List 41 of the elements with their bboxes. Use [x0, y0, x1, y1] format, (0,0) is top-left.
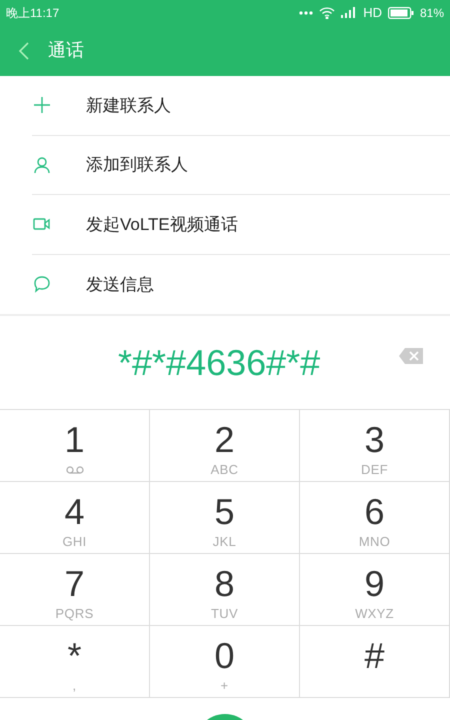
wifi-icon	[319, 6, 336, 18]
key-letters: DEF	[361, 462, 388, 478]
dial-key[interactable]: 8 TUV	[150, 554, 300, 626]
battery-icon	[388, 6, 414, 18]
back-icon[interactable]	[18, 42, 30, 60]
dial-key[interactable]: 9 WXYZ	[300, 554, 450, 626]
dialed-number: *#*#4636#*#	[118, 340, 320, 384]
speech-bubble-icon	[32, 274, 52, 294]
key-letters: ,	[72, 678, 76, 694]
plus-icon	[32, 95, 52, 116]
menu-item[interactable]: 发起VoLTE视频通话	[32, 195, 450, 254]
dial-key[interactable]: 7 PQRS	[0, 554, 150, 626]
dial-key[interactable]: * ,	[0, 626, 150, 698]
dial-key[interactable]: 4 GHI	[0, 482, 150, 554]
status-time: 晚上11:17	[6, 4, 60, 22]
menu-item[interactable]: 添加到联系人	[32, 136, 450, 195]
key-letters: +	[220, 678, 228, 694]
signal-icon	[341, 7, 358, 18]
key-letters: ABC	[210, 462, 238, 478]
network-type: HD	[363, 4, 382, 22]
dial-key[interactable]: 5 JKL	[150, 482, 300, 554]
backspace-icon[interactable]	[398, 347, 424, 365]
battery-percent: 81%	[420, 4, 444, 22]
dial-key[interactable]: 6 MNO	[300, 482, 450, 554]
voicemail-icon	[66, 466, 84, 474]
key-letters: TUV	[211, 606, 238, 622]
menu-item[interactable]: 新建联系人	[32, 76, 450, 136]
key-letters: GHI	[62, 534, 87, 550]
page-title: 通话	[48, 39, 84, 62]
person-icon	[32, 154, 52, 175]
dial-key[interactable]: 1	[0, 410, 150, 482]
key-letters: MNO	[358, 534, 390, 550]
menu-item[interactable]: 发送信息	[32, 254, 450, 314]
dial-key[interactable]: 2 ABC	[150, 410, 300, 482]
key-letters: WXYZ	[355, 606, 394, 622]
dial-key[interactable]: 0 +	[150, 626, 300, 698]
key-letters: JKL	[212, 534, 236, 550]
dial-key[interactable]: #	[300, 626, 450, 698]
more-dots-icon	[299, 10, 314, 14]
key-letters: PQRS	[55, 606, 94, 622]
dial-key[interactable]: 3 DEF	[300, 410, 450, 482]
